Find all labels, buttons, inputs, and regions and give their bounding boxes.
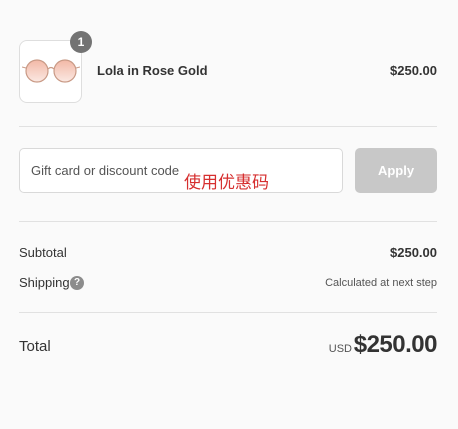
divider [19, 126, 437, 127]
line-item: 1 Lola in Rose Gold $250.00 [19, 31, 437, 103]
currency-code: USD [328, 343, 352, 355]
divider [19, 312, 437, 313]
shipping-value: Calculated at next step [325, 277, 437, 289]
shipping-label: Shipping [19, 275, 70, 290]
subtotal-value: $250.00 [390, 245, 437, 260]
product-price: $250.00 [390, 63, 437, 78]
order-summary: 1 Lola in Rose Gold $250.00 使用优惠码 Apply … [0, 0, 458, 429]
total-amount: $250.00 [353, 331, 438, 358]
subtotal-label: Subtotal [19, 245, 67, 260]
apply-button[interactable]: Apply [355, 148, 437, 193]
discount-annotation: 使用优惠码 [184, 173, 269, 193]
quantity-badge: 1 [70, 31, 92, 53]
question-icon[interactable]: ? [70, 276, 84, 290]
total-label: Total [19, 338, 51, 355]
divider [19, 221, 437, 222]
discount-code-input[interactable] [19, 148, 343, 193]
glasses-icon [22, 59, 80, 83]
product-name: Lola in Rose Gold [97, 63, 208, 78]
